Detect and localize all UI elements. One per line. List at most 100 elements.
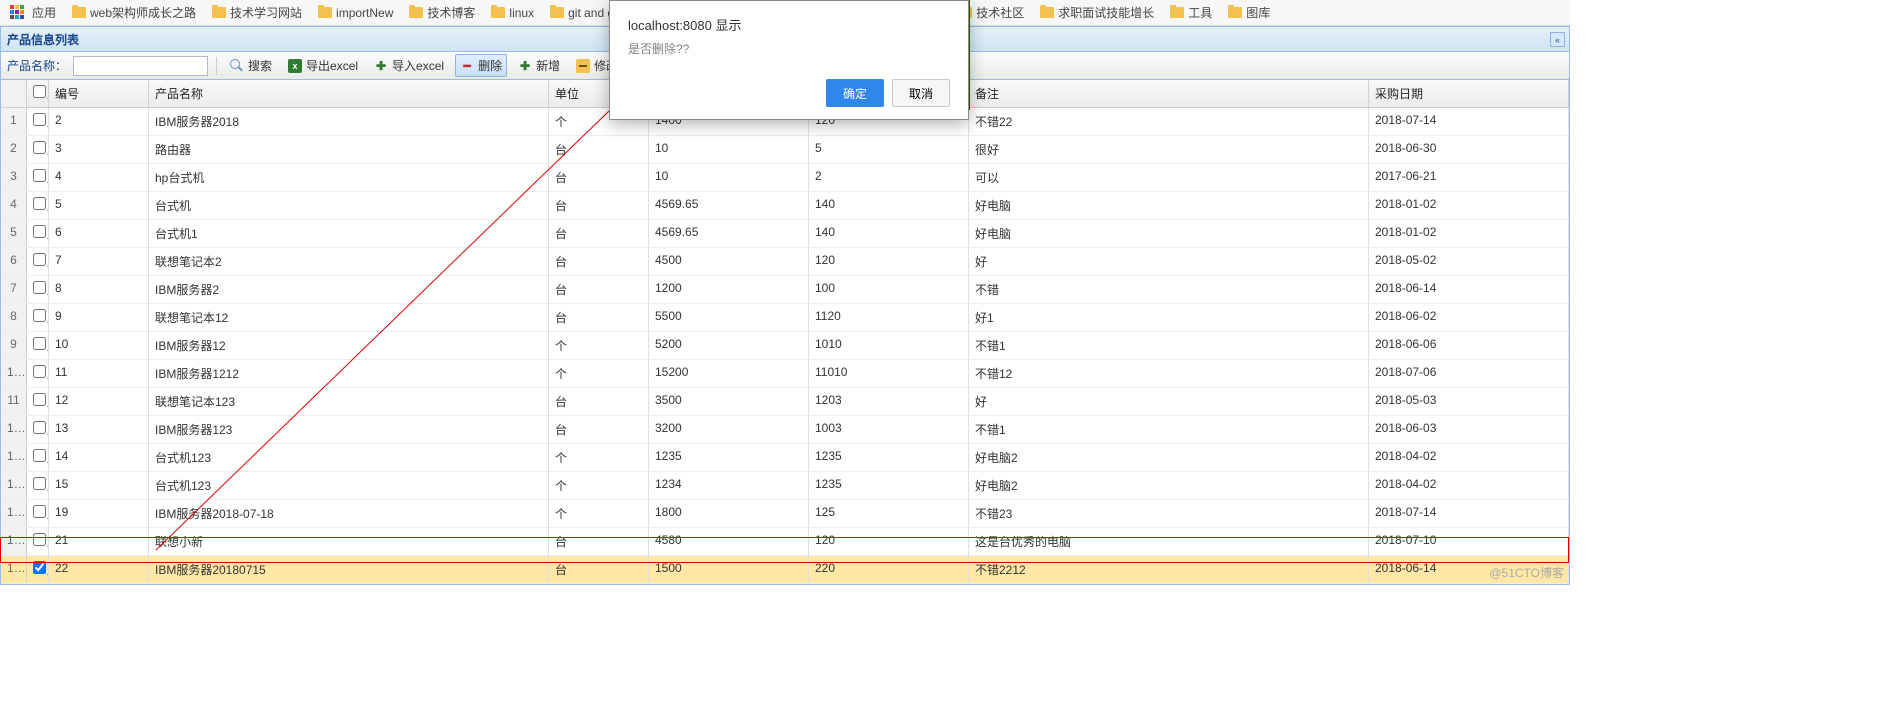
col-name[interactable]: 产品名称: [149, 80, 549, 107]
bookmark-item[interactable]: 技术博客: [403, 2, 481, 23]
table-row[interactable]: 1621联想小新台4580120这是台优秀的电脑2018-07-10: [1, 528, 1569, 556]
row-checkbox-cell[interactable]: [27, 276, 49, 303]
row-checkbox[interactable]: [33, 449, 46, 462]
table-row[interactable]: 910IBM服务器12个52001010不错12018-06-06: [1, 332, 1569, 360]
cell-remark: 很好: [969, 136, 1369, 163]
row-checkbox-cell[interactable]: [27, 304, 49, 331]
table-row[interactable]: 1722IBM服务器20180715台1500220不错22122018-06-…: [1, 556, 1569, 584]
export-excel-button[interactable]: x导出excel: [283, 54, 363, 77]
table-row[interactable]: 23路由器台105很好2018-06-30: [1, 136, 1569, 164]
bookmark-item[interactable]: web架构师成长之路: [66, 2, 202, 23]
search-button[interactable]: 搜索: [225, 54, 277, 77]
bookmark-item[interactable]: importNew: [312, 2, 399, 23]
bookmark-item[interactable]: 图库: [1222, 2, 1276, 23]
dialog-ok-button[interactable]: 确定: [826, 79, 884, 107]
bookmark-label: importNew: [336, 6, 393, 20]
cell-date: 2018-06-14: [1369, 276, 1569, 303]
row-checkbox[interactable]: [33, 393, 46, 406]
row-checkbox[interactable]: [33, 253, 46, 266]
cell-name: 联想小新: [149, 528, 549, 555]
table-row[interactable]: 89联想笔记本12台55001120好12018-06-02: [1, 304, 1569, 332]
cell-price: 5500: [649, 304, 809, 331]
folder-icon: [491, 7, 505, 18]
row-checkbox-cell[interactable]: [27, 108, 49, 135]
row-checkbox-cell[interactable]: [27, 472, 49, 499]
row-checkbox[interactable]: [33, 533, 46, 546]
row-checkbox[interactable]: [33, 281, 46, 294]
row-checkbox-cell[interactable]: [27, 444, 49, 471]
cell-price: 15200: [649, 360, 809, 387]
table-row[interactable]: 56台式机1台4569.65140好电脑2018-01-02: [1, 220, 1569, 248]
cell-number: 14: [49, 444, 149, 471]
dialog-title: localhost:8080 显示: [628, 15, 950, 34]
cell-remark: 好电脑2: [969, 444, 1369, 471]
row-index: 8: [1, 304, 27, 331]
row-checkbox-cell[interactable]: [27, 220, 49, 247]
bookmark-label: 工具: [1188, 4, 1212, 21]
bookmark-item[interactable]: 工具: [1164, 2, 1218, 23]
row-checkbox-cell[interactable]: [27, 556, 49, 583]
table-row[interactable]: 78IBM服务器2台1200100不错2018-06-14: [1, 276, 1569, 304]
dialog-cancel-button[interactable]: 取消: [892, 79, 950, 107]
row-checkbox[interactable]: [33, 141, 46, 154]
table-row[interactable]: 45台式机台4569.65140好电脑2018-01-02: [1, 192, 1569, 220]
row-checkbox[interactable]: [33, 309, 46, 322]
bookmark-item[interactable]: linux: [485, 2, 540, 23]
select-all-checkbox[interactable]: [33, 85, 46, 98]
cell-remark: 好电脑: [969, 220, 1369, 247]
row-checkbox-cell[interactable]: [27, 388, 49, 415]
cell-unit: 个: [549, 472, 649, 499]
row-checkbox[interactable]: [33, 505, 46, 518]
panel-title: 产品信息列表: [7, 31, 79, 48]
row-checkbox[interactable]: [33, 169, 46, 182]
import-excel-button[interactable]: ✚导入excel: [369, 54, 449, 77]
name-input[interactable]: [73, 56, 208, 76]
row-checkbox[interactable]: [33, 477, 46, 490]
table-row[interactable]: 1519IBM服务器2018-07-18个1800125不错232018-07-…: [1, 500, 1569, 528]
row-checkbox-cell[interactable]: [27, 416, 49, 443]
row-checkbox-cell[interactable]: [27, 500, 49, 527]
cell-price: 1200: [649, 276, 809, 303]
row-checkbox-cell[interactable]: [27, 192, 49, 219]
bookmark-item[interactable]: 求职面试技能增长: [1034, 2, 1160, 23]
cell-remark: 不错1: [969, 332, 1369, 359]
col-rownum: [1, 80, 27, 107]
cell-remark: 不错2212: [969, 556, 1369, 583]
table-row[interactable]: 1011IBM服务器1212个1520011010不错122018-07-06: [1, 360, 1569, 388]
delete-button[interactable]: ━删除: [455, 54, 507, 77]
add-button[interactable]: ✚新增: [513, 54, 565, 77]
row-checkbox-cell[interactable]: [27, 248, 49, 275]
row-checkbox[interactable]: [33, 337, 46, 350]
cell-remark: 好: [969, 248, 1369, 275]
col-number[interactable]: 编号: [49, 80, 149, 107]
table-row[interactable]: 67联想笔记本2台4500120好2018-05-02: [1, 248, 1569, 276]
row-checkbox-cell[interactable]: [27, 164, 49, 191]
cell-qty: 140: [809, 192, 969, 219]
bookmark-item[interactable]: 技术学习网站: [206, 2, 308, 23]
row-checkbox[interactable]: [33, 113, 46, 126]
table-row[interactable]: 34hp台式机台102可以2017-06-21: [1, 164, 1569, 192]
cell-price: 4580: [649, 528, 809, 555]
minus-icon: ━: [460, 59, 474, 73]
row-checkbox[interactable]: [33, 197, 46, 210]
collapse-button[interactable]: «: [1550, 32, 1565, 47]
cell-name: IBM服务器1212: [149, 360, 549, 387]
col-checkbox[interactable]: [27, 80, 49, 107]
row-checkbox-cell[interactable]: [27, 528, 49, 555]
row-checkbox[interactable]: [33, 365, 46, 378]
row-checkbox-cell[interactable]: [27, 360, 49, 387]
row-checkbox[interactable]: [33, 225, 46, 238]
table-row[interactable]: 1213IBM服务器123台32001003不错12018-06-03: [1, 416, 1569, 444]
row-checkbox[interactable]: [33, 421, 46, 434]
row-checkbox[interactable]: [33, 561, 46, 574]
row-checkbox-cell[interactable]: [27, 332, 49, 359]
apps-button[interactable]: 应用: [4, 2, 62, 23]
row-index: 6: [1, 248, 27, 275]
table-row[interactable]: 1112联想笔记本123台35001203好2018-05-03: [1, 388, 1569, 416]
col-date[interactable]: 采购日期: [1369, 80, 1569, 107]
col-remark[interactable]: 备注: [969, 80, 1369, 107]
table-row[interactable]: 1415台式机123个12341235好电脑22018-04-02: [1, 472, 1569, 500]
table-row[interactable]: 1314台式机123个12351235好电脑22018-04-02: [1, 444, 1569, 472]
cell-name: 联想笔记本123: [149, 388, 549, 415]
row-checkbox-cell[interactable]: [27, 136, 49, 163]
